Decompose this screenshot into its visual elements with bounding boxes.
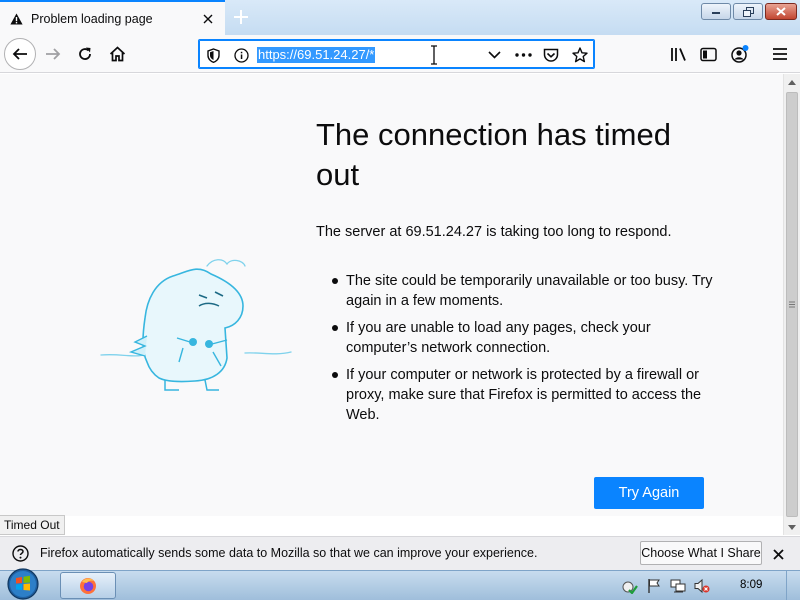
menu-button[interactable] <box>765 39 795 69</box>
reload-icon <box>79 47 91 60</box>
maximize-button[interactable] <box>733 3 763 20</box>
new-tab-button[interactable] <box>227 4 255 30</box>
library-button[interactable] <box>663 39 693 69</box>
tab-active[interactable]: Problem loading page <box>0 0 225 35</box>
firefox-icon <box>80 577 96 594</box>
help-question-icon <box>12 545 29 562</box>
tab-strip: Problem loading page <box>0 0 800 35</box>
forward-button[interactable] <box>38 39 68 69</box>
windows-taskbar: 8:09 <box>0 567 800 600</box>
scrollbar-thumb[interactable] <box>786 92 798 517</box>
sidebar-button[interactable] <box>693 39 723 69</box>
network-icon[interactable] <box>670 578 686 594</box>
back-arrow-icon <box>12 48 27 60</box>
suggestion-item: The site could be temporarily unavailabl… <box>316 271 716 311</box>
minimize-button[interactable] <box>701 3 731 20</box>
maximize-icon <box>742 6 754 17</box>
plus-icon <box>234 10 248 24</box>
timed-out-dinosaur-illustration <box>100 259 292 391</box>
taskbar-firefox-button[interactable] <box>60 572 116 599</box>
back-button[interactable] <box>4 38 36 70</box>
text-cursor-icon <box>431 45 437 65</box>
scroll-down-arrow-icon[interactable] <box>784 519 800 535</box>
error-title: The connection has timed out <box>316 117 671 192</box>
bookmark-star-icon[interactable] <box>571 46 589 64</box>
taskbar-clock[interactable]: 8:09 <box>740 579 762 591</box>
flag-icon[interactable] <box>646 578 662 594</box>
show-desktop-button[interactable] <box>786 571 800 600</box>
warning-icon <box>10 13 23 24</box>
account-icon <box>731 45 749 63</box>
dropdown-chevron-icon[interactable] <box>485 46 503 64</box>
hamburger-menu-icon <box>773 48 787 60</box>
window-close-button[interactable] <box>765 3 797 20</box>
site-info-icon[interactable] <box>232 46 250 64</box>
suggestion-list: The site could be temporarily unavailabl… <box>316 271 716 432</box>
start-button-windows-orb-icon[interactable] <box>2 567 44 600</box>
suggestion-item: If you are unable to load any pages, che… <box>316 318 716 358</box>
home-icon <box>109 46 125 62</box>
reload-button[interactable] <box>70 39 100 69</box>
navigation-toolbar: https://69.51.24.27/* <box>0 35 800 73</box>
tab-close-icon[interactable] <box>197 8 219 30</box>
volume-muted-icon[interactable] <box>694 578 710 594</box>
url-bar[interactable]: https://69.51.24.27/* <box>198 39 595 69</box>
choose-what-i-share-button[interactable]: Choose What I Share <box>640 541 762 565</box>
action-center-flag-check-icon[interactable] <box>622 578 638 594</box>
page-actions-icon[interactable] <box>514 46 532 64</box>
library-icon <box>670 47 686 61</box>
data-collection-notification: Firefox automatically sends some data to… <box>0 536 800 570</box>
minimize-icon <box>712 11 720 14</box>
url-text[interactable]: https://69.51.24.27/* <box>257 47 376 63</box>
pocket-icon[interactable] <box>542 46 560 64</box>
suggestion-item: If your computer or network is protected… <box>316 365 716 425</box>
scroll-up-arrow-icon[interactable] <box>784 74 800 90</box>
tab-title: Problem loading page <box>31 11 153 26</box>
notification-close-icon[interactable] <box>768 544 788 564</box>
notification-text: Firefox automatically sends some data to… <box>40 546 538 560</box>
tracking-protection-shield-icon[interactable] <box>204 46 222 64</box>
sidebar-icon <box>699 47 717 61</box>
forward-arrow-icon <box>46 48 61 60</box>
try-again-button[interactable]: Try Again <box>594 477 704 509</box>
account-button[interactable] <box>725 39 755 69</box>
close-icon <box>776 7 786 16</box>
vertical-scrollbar[interactable] <box>783 74 800 535</box>
home-button[interactable] <box>102 39 132 69</box>
error-description: The server at 69.51.24.27 is taking too … <box>316 224 672 240</box>
status-panel: Timed Out <box>0 515 65 535</box>
